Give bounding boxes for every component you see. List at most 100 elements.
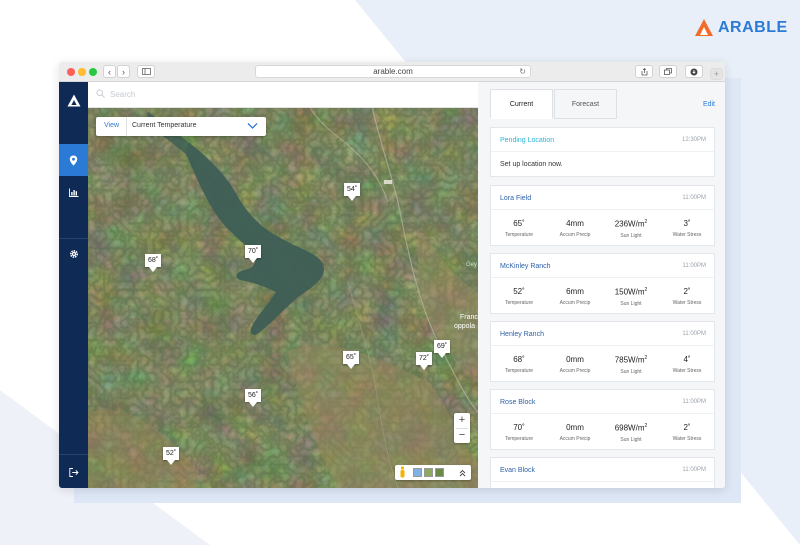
zoom-control: + −	[454, 413, 470, 443]
zoom-out-button[interactable]: −	[454, 428, 470, 443]
metric-label: Sun Light	[620, 300, 642, 307]
temperature-marker[interactable]: 72˚	[416, 352, 433, 370]
metric-value: 698W/m2	[614, 423, 648, 433]
sunlight-value: 785W/m	[614, 355, 645, 365]
sidebar-item-logout[interactable]	[59, 456, 88, 488]
view-select-divider	[126, 117, 127, 136]
metric-label: Temperature	[504, 368, 534, 374]
map-imagery	[88, 82, 478, 488]
sidebar-logo[interactable]	[59, 84, 88, 116]
temperature-marker[interactable]: 54˚	[344, 183, 361, 201]
share-icon	[641, 67, 647, 75]
card-title: Evan Block	[500, 467, 536, 474]
close-window-button[interactable]	[67, 68, 75, 76]
metric-value: 6mm	[566, 287, 584, 296]
temperature-marker[interactable]: 56˚	[245, 389, 262, 407]
metric-sunlight: 236W/m2 Sun Light	[603, 219, 659, 239]
url-text: arable.com	[373, 67, 413, 76]
location-card[interactable]: Henley Ranch 11:00PM 68˚ Temperature 0mm…	[490, 321, 716, 382]
temperature-marker[interactable]: 52˚	[163, 447, 180, 465]
tab-forecast[interactable]: Forecast	[554, 89, 617, 119]
reload-icon[interactable]: ↻	[519, 66, 526, 78]
map-type-option-satellite[interactable]	[435, 468, 444, 477]
tabs-button[interactable]	[659, 65, 677, 78]
location-card[interactable]: Rose Block 11:00PM 70˚ Temperature 0mm A…	[490, 389, 716, 450]
metric-label: Accum Precip	[559, 232, 591, 238]
card-time: 12:30PM	[681, 137, 706, 143]
pegman-icon[interactable]	[399, 466, 406, 478]
card-title: Rose Block	[500, 399, 536, 406]
download-icon	[690, 68, 698, 75]
sidebar-item-settings[interactable]	[59, 238, 88, 270]
bar-chart-icon	[68, 188, 78, 197]
map-road-label: Gey	[466, 262, 478, 268]
back-button[interactable]: ‹	[103, 65, 116, 78]
location-pin-icon	[69, 155, 78, 165]
search-bar: Search	[88, 82, 478, 108]
minimize-window-button[interactable]	[78, 68, 86, 76]
map-type-option-hybrid[interactable]	[424, 468, 433, 477]
maximize-window-button[interactable]	[89, 68, 97, 76]
map-type-control	[395, 465, 471, 480]
sidebar	[59, 82, 88, 488]
metric-label: Accum Precip	[559, 368, 591, 374]
metric-value: 0mm	[566, 423, 584, 432]
metric-sunlight: 150W/m2 Sun Light	[603, 287, 659, 307]
location-card[interactable]: Lora Field 11:00PM 65˚ Temperature 4mm A…	[490, 185, 716, 246]
metric-value: 0mm	[566, 355, 584, 364]
card-title: Henley Ranch	[500, 331, 544, 338]
metric-water-stress: 3˚ Water Stress	[659, 219, 715, 238]
sunlight-value: 150W/m	[614, 287, 645, 297]
edit-link[interactable]: Edit	[703, 101, 715, 108]
locations-panel: Current Forecast Edit Pending Location 1…	[478, 82, 725, 488]
card-title: Pending Location	[500, 137, 555, 144]
sidebar-item-analytics[interactable]	[59, 176, 88, 208]
temperature-marker[interactable]: 69˚	[434, 340, 451, 358]
metric-value: 68˚	[513, 355, 525, 364]
pending-location-card[interactable]: Pending Location 12:30PM Set up location…	[490, 127, 716, 177]
metric-label: Water Stress	[672, 436, 702, 442]
tabs-icon	[664, 68, 672, 75]
share-button[interactable]	[635, 65, 653, 78]
new-tab-button[interactable]: +	[710, 68, 723, 80]
download-button[interactable]	[685, 65, 703, 78]
metric-value: 70˚	[513, 423, 525, 432]
view-select[interactable]: View Current Temperature	[96, 117, 266, 136]
metric-value: 65˚	[513, 219, 525, 228]
forward-button[interactable]: ›	[117, 65, 130, 78]
sunlight-value: 698W/m	[614, 423, 645, 433]
chevron-up-double-icon[interactable]	[459, 469, 466, 477]
temperature-marker[interactable]: 65˚	[343, 351, 360, 369]
metric-water-stress: 2˚ Water Stress	[659, 287, 715, 306]
brand-name: ARABLE	[718, 19, 788, 36]
metric-value: 4mm	[566, 219, 584, 228]
temperature-marker[interactable]: 70˚	[245, 245, 262, 263]
search-input[interactable]: Search	[110, 90, 135, 99]
satellite-map[interactable]: Franc oppola Gey Search View Current Tem…	[88, 82, 478, 488]
sidebar-toggle-button[interactable]	[137, 65, 155, 78]
location-card[interactable]: Evan Block 11:00PM	[490, 457, 716, 488]
sidebar-item-map[interactable]	[59, 144, 88, 176]
metric-precip: 0mm Accum Precip	[547, 423, 603, 442]
metric-value: 2˚	[683, 287, 691, 296]
setup-location-message[interactable]: Set up location now.	[500, 161, 563, 168]
metric-label: Accum Precip	[559, 300, 591, 306]
location-card[interactable]: McKinley Ranch 11:00PM 52˚ Temperature 6…	[490, 253, 716, 314]
temperature-marker[interactable]: 68˚	[145, 254, 162, 272]
metric-label: Sun Light	[620, 436, 642, 443]
metric-temperature: 65˚ Temperature	[491, 219, 547, 238]
card-divider	[491, 413, 716, 414]
card-divider	[491, 209, 716, 210]
tab-current[interactable]: Current	[490, 89, 553, 119]
zoom-in-button[interactable]: +	[454, 413, 470, 428]
sidebar-icon	[141, 68, 151, 75]
metric-label: Sun Light	[620, 368, 642, 375]
map-type-option-terrain[interactable]	[413, 468, 422, 477]
gear-icon	[69, 249, 78, 259]
card-time: 11:00PM	[682, 331, 706, 337]
address-bar[interactable]: arable.com ↻	[255, 65, 531, 78]
sidebar-divider	[59, 454, 88, 455]
browser-titlebar: ‹ › arable.com ↻ +	[59, 62, 725, 82]
metric-temperature: 68˚ Temperature	[491, 355, 547, 374]
card-divider	[491, 345, 716, 346]
